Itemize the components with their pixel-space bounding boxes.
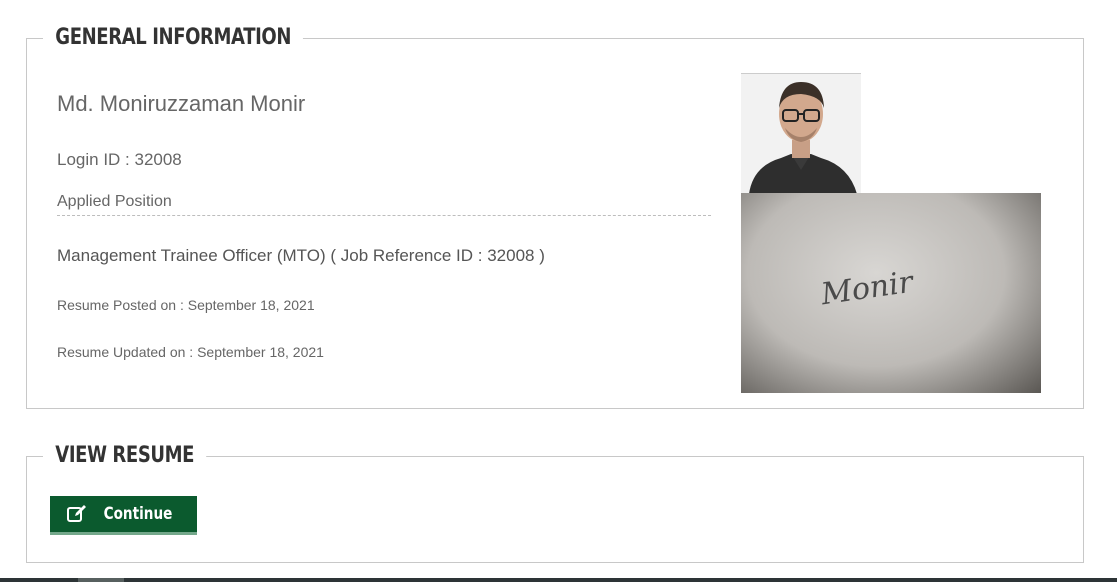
bottom-bar-segment (78, 578, 124, 582)
applicant-name: Md. Moniruzzaman Monir (57, 91, 306, 116)
person-photo-icon (741, 74, 861, 194)
general-information-legend: GENERAL INFORMATION (43, 21, 304, 55)
applied-position-label: Applied Position (57, 193, 172, 210)
applicant-signature: Monir (741, 193, 1041, 393)
applied-position: Management Trainee Officer (MTO) ( Job R… (57, 246, 545, 265)
login-id: Login ID : 32008 (57, 150, 182, 169)
general-information-section: GENERAL INFORMATION Md. Moniruzzaman Mon… (26, 21, 1084, 409)
view-resume-section: VIEW RESUME Continue (26, 439, 1084, 563)
applicant-photo (741, 73, 861, 194)
continue-button[interactable]: Continue (50, 496, 197, 535)
resume-updated-date: Resume Updated on : September 18, 2021 (57, 344, 324, 360)
resume-posted-date: Resume Posted on : September 18, 2021 (57, 297, 315, 313)
bottom-bar (0, 578, 1117, 582)
divider (57, 215, 711, 216)
continue-label: Continue (103, 504, 172, 524)
edit-icon (66, 505, 86, 522)
view-resume-legend: VIEW RESUME (43, 439, 207, 473)
signature-text: Monir (819, 264, 916, 313)
